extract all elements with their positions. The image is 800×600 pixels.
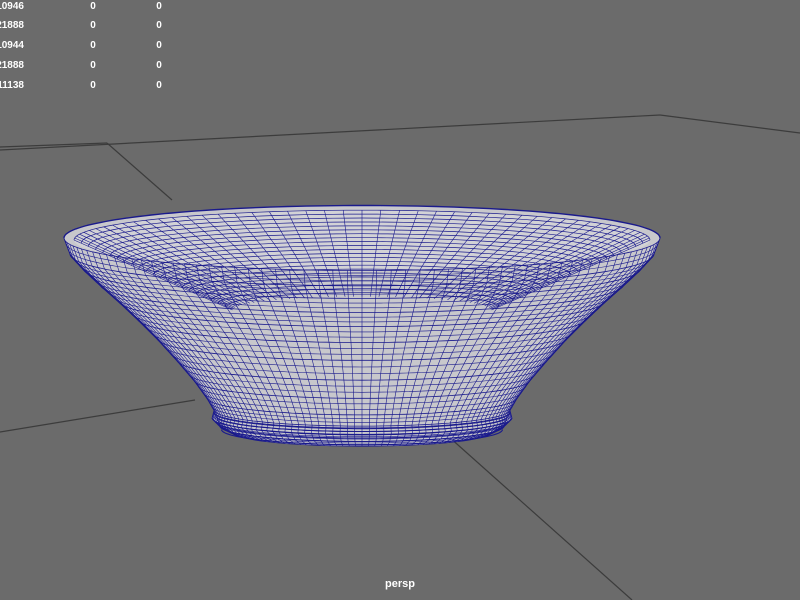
grid-line [106, 142, 173, 201]
hud-value: 0 [90, 60, 96, 71]
hud-value: 0 [90, 20, 96, 31]
grid-line [429, 419, 633, 600]
hud-row-vertices: 10946 0 0 [0, 0, 200, 14]
hud-value: 0 [90, 80, 96, 91]
hud-value: 21888 [0, 20, 24, 31]
hud-value: 11138 [0, 80, 24, 91]
hud-value: 0 [90, 1, 96, 12]
grid-line [659, 114, 800, 134]
hud-value: 0 [156, 60, 162, 71]
hud-value: 21888 [0, 60, 24, 71]
hud-value: 0 [156, 20, 162, 31]
bowl-mesh[interactable] [63, 204, 661, 447]
camera-name-label: persp [385, 578, 415, 590]
hud-value: 0 [90, 40, 96, 51]
grid-line [0, 399, 196, 433]
grid-line [0, 114, 661, 151]
hud-value: 0 [156, 40, 162, 51]
hud-row-uvs: 11138 0 0 [0, 79, 200, 93]
hud-row-edges: 21888 0 0 [0, 19, 200, 33]
hud-value: 10944 [0, 40, 24, 51]
perspective-viewport[interactable]: 10946 0 0 21888 0 0 10944 0 0 21888 0 0 … [0, 0, 800, 600]
hud-value: 0 [156, 1, 162, 12]
hud-value: 10946 [0, 1, 24, 12]
hud-row-faces: 10944 0 0 [0, 39, 200, 53]
hud-row-tris: 21888 0 0 [0, 59, 200, 73]
hud-value: 0 [156, 80, 162, 91]
